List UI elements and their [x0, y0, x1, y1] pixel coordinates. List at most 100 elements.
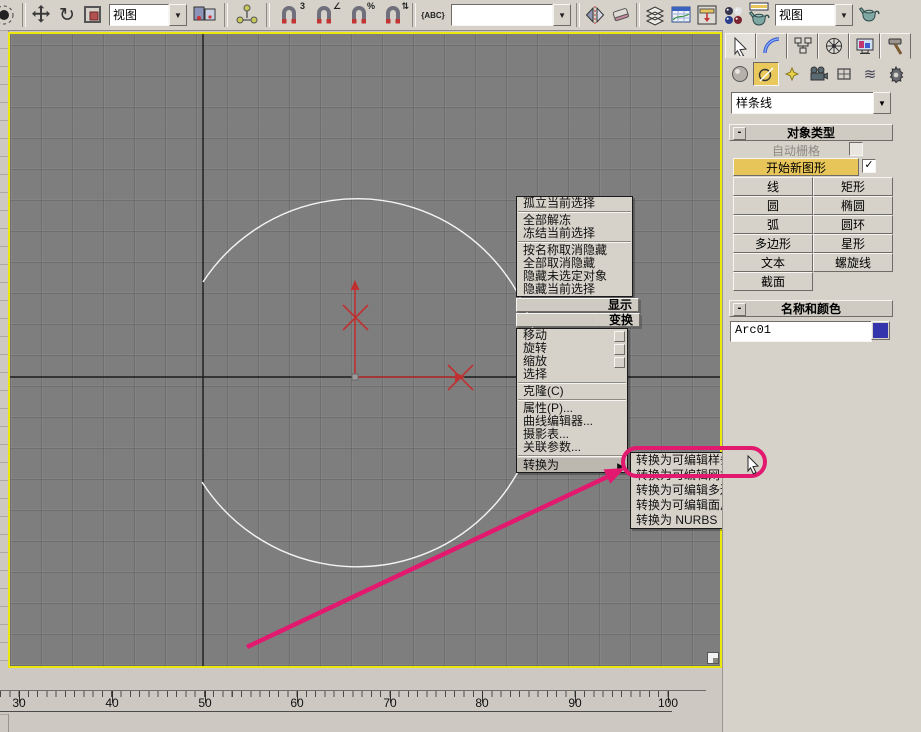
button-line[interactable]: 线 — [733, 177, 813, 196]
dropdown-arrow-icon[interactable]: ▼ — [553, 4, 571, 26]
helpers-category-icon[interactable] — [831, 62, 857, 86]
shape-type-value: 样条线 — [731, 92, 883, 114]
menu-item-clone[interactable]: 克隆(C) — [517, 385, 627, 398]
collapse-icon[interactable]: - — [733, 303, 746, 316]
quad-header-transform: 变换 — [516, 313, 640, 327]
settings-box-icon[interactable] — [614, 357, 625, 368]
schematic-view-icon[interactable] — [694, 2, 720, 28]
viewport-resize-grip[interactable] — [707, 652, 719, 664]
use-pivot-point-icon[interactable] — [190, 2, 222, 28]
start-new-shape-label: 开始新图形 — [766, 159, 826, 176]
move-gizmo[interactable] — [343, 280, 473, 390]
mirror-icon[interactable] — [582, 2, 608, 28]
menu-item-wire-parameters[interactable]: 关联参数... — [517, 441, 627, 454]
ruler-label: 80 — [465, 696, 499, 710]
object-color-swatch[interactable] — [871, 321, 890, 340]
menu-separator — [518, 455, 626, 457]
quad-menu-display: 孤立当前选择 全部解冻 冻结当前选择 按名称取消隐藏 全部取消隐藏 隐藏未选定对… — [516, 196, 633, 297]
start-new-shape-button[interactable]: 开始新图形 — [733, 158, 859, 176]
geometry-category-icon[interactable] — [727, 62, 753, 86]
shapes-category-icon[interactable] — [753, 62, 779, 86]
settings-box-icon[interactable] — [614, 344, 625, 355]
shape-type-dropdown[interactable]: 样条线 ▼ — [731, 92, 891, 112]
select-and-manipulate-icon[interactable] — [230, 2, 264, 28]
menu-item-convert-to[interactable]: 转换为 ▶ — [517, 458, 627, 472]
dropdown-arrow-icon[interactable]: ▼ — [873, 92, 891, 114]
button-circle[interactable]: 圆 — [733, 196, 813, 215]
rotate-glyph: ↻ — [59, 6, 75, 25]
tab-utilities[interactable] — [880, 33, 911, 59]
button-ellipse[interactable]: 椭圆 — [813, 196, 893, 215]
named-selection-dropdown[interactable]: ▼ — [451, 5, 571, 25]
render-type-value: 视图 — [775, 4, 835, 26]
named-selection-sets-icon[interactable]: {ABC} — [418, 2, 448, 28]
percent-snap-label: % — [367, 2, 375, 11]
render-type-dropdown[interactable]: 视图 ▼ — [775, 5, 853, 25]
angle-snap-icon[interactable]: ∠ — [306, 2, 342, 28]
rollout-title: 名称和颜色 — [781, 300, 841, 317]
tab-create[interactable] — [725, 33, 756, 59]
hierarchy-icon — [793, 36, 813, 56]
settings-box-icon[interactable] — [614, 331, 625, 342]
cameras-category-icon[interactable] — [805, 62, 831, 86]
select-and-rotate-icon[interactable]: ↻ — [54, 2, 80, 28]
tab-motion[interactable] — [818, 33, 849, 59]
lights-category-icon[interactable] — [779, 62, 805, 86]
selection-center-icon[interactable] — [0, 2, 20, 28]
menu-item-hide-selection[interactable]: 隐藏当前选择 — [517, 283, 632, 296]
tab-hierarchy[interactable] — [787, 33, 818, 59]
named-selection-value — [451, 4, 553, 26]
ruler-label: 70 — [373, 696, 407, 710]
select-and-move-icon[interactable] — [28, 2, 54, 28]
snap-toggle-3d-icon[interactable]: 3 — [272, 2, 306, 28]
menu-item-label: 移动 — [523, 328, 547, 342]
button-text[interactable]: 文本 — [733, 253, 813, 272]
track-bar-ruler[interactable]: 30 40 50 60 70 80 90 100 — [0, 690, 725, 714]
menu-item-freeze-selection[interactable]: 冻结当前选择 — [517, 227, 632, 240]
ruler-label: 30 — [2, 696, 36, 710]
button-star[interactable]: 星形 — [813, 234, 893, 253]
snap-3-label: 3 — [300, 2, 305, 11]
select-and-scale-icon[interactable] — [80, 2, 106, 28]
dropdown-arrow-icon[interactable]: ▼ — [169, 4, 187, 26]
submenu-arrow-icon: ▶ — [617, 459, 624, 473]
spacewarps-glyph: ≋ — [864, 65, 877, 83]
ruler-label: 40 — [95, 696, 129, 710]
menu-item-label: 转换为 — [523, 458, 559, 472]
rollout-object-type[interactable]: - 对象类型 — [729, 124, 893, 141]
arc01-spline[interactable] — [202, 199, 541, 567]
tab-modify[interactable] — [756, 33, 787, 59]
start-new-shape-checkbox[interactable]: ✓ — [862, 159, 876, 173]
menu-item-isolate-selection[interactable]: 孤立当前选择 — [517, 197, 632, 210]
quad-header-display: 显示 — [516, 298, 639, 312]
percent-snap-icon[interactable]: % — [342, 2, 376, 28]
layer-manager-icon[interactable] — [642, 2, 668, 28]
tab-display[interactable] — [849, 33, 880, 59]
reference-coordinate-dropdown[interactable]: 视图 ▼ — [109, 5, 187, 25]
button-ngon[interactable]: 多边形 — [733, 234, 813, 253]
systems-category-icon[interactable] — [883, 62, 909, 86]
button-section[interactable]: 截面 — [733, 272, 813, 291]
ruler-label: 90 — [558, 696, 592, 710]
ruler-baseline — [0, 711, 672, 712]
dropdown-arrow-icon[interactable]: ▼ — [835, 4, 853, 26]
time-slider-strip[interactable] — [0, 668, 725, 690]
reference-coordinate-value: 视图 — [109, 4, 169, 26]
button-arc[interactable]: 弧 — [733, 215, 813, 234]
collapse-icon[interactable]: - — [733, 127, 746, 140]
button-donut[interactable]: 圆环 — [813, 215, 893, 234]
material-editor-icon[interactable] — [720, 2, 746, 28]
button-helix[interactable]: 螺旋线 — [813, 253, 893, 272]
align-icon[interactable] — [608, 2, 634, 28]
angle-snap-glyph: ∠ — [333, 2, 341, 11]
render-setup-icon[interactable] — [746, 2, 772, 28]
object-name-field[interactable]: Arc01 — [730, 321, 872, 342]
curve-editor-icon[interactable] — [668, 2, 694, 28]
spinner-snap-icon[interactable]: ⇅ — [376, 2, 410, 28]
autogrid-checkbox[interactable] — [849, 142, 863, 156]
rollout-name-color[interactable]: - 名称和颜色 — [729, 300, 893, 317]
quick-render-icon[interactable] — [856, 2, 882, 28]
button-rectangle[interactable]: 矩形 — [813, 177, 893, 196]
spacewarps-category-icon[interactable]: ≋ — [857, 62, 883, 86]
menu-item-select[interactable]: 选择 — [517, 368, 627, 381]
